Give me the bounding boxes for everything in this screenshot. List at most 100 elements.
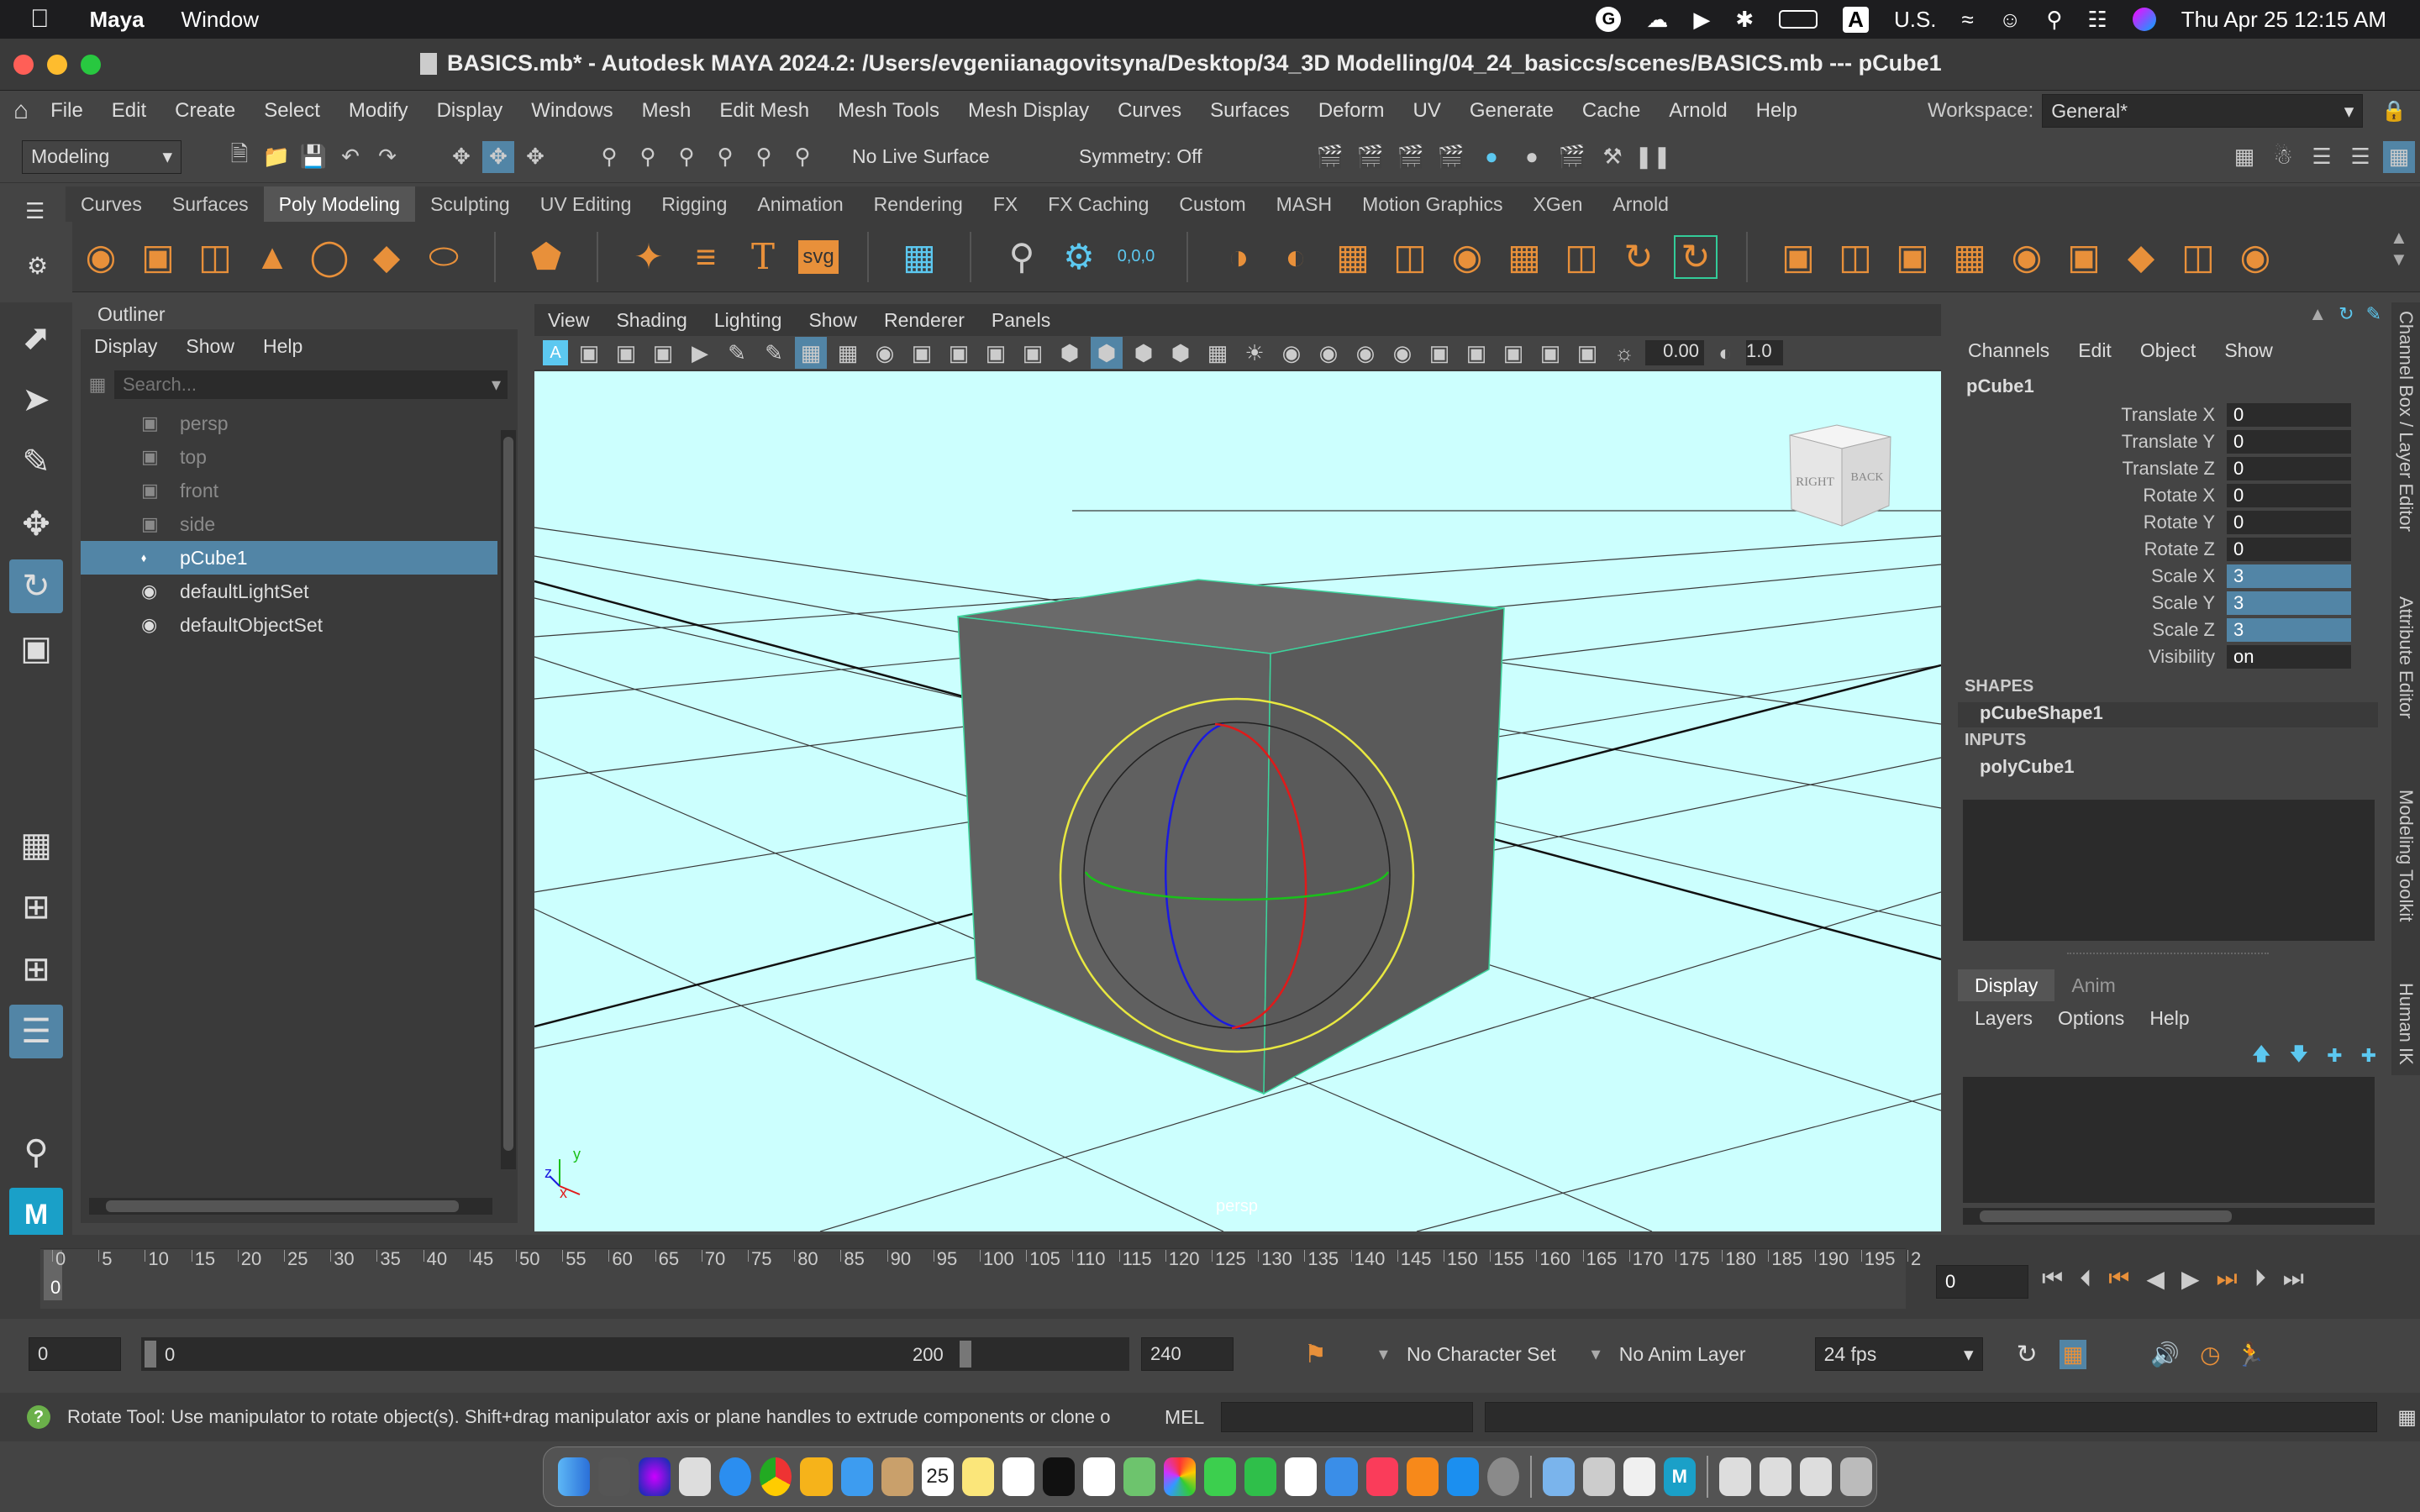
shelf-tab-mash[interactable]: MASH [1261, 186, 1347, 222]
channel-row-translate-z[interactable]: Translate Z0 [1949, 455, 2386, 482]
xray-icon[interactable]: ▣ [1497, 337, 1529, 369]
channel-label[interactable]: Visibility [1949, 646, 2227, 668]
sweep-mesh-icon[interactable]: ≡ [684, 235, 728, 279]
select-component-icon[interactable]: ✥ [519, 141, 551, 173]
shelf-menu-icon[interactable]: ☰ [25, 198, 45, 224]
move-tool-icon[interactable]: ✥ [9, 497, 63, 551]
minimize-button[interactable] [47, 55, 67, 75]
lasso-tool-icon[interactable]: ➤ [9, 373, 63, 427]
pencil-app-icon[interactable] [800, 1457, 833, 1496]
step-forward-key-icon[interactable]: ⏭ [2217, 1265, 2238, 1293]
redo-icon[interactable]: ↷ [371, 141, 403, 173]
poke-face-icon[interactable]: ▦ [1948, 235, 1991, 279]
help-icon[interactable]: ? [27, 1405, 50, 1429]
outliner-item-side[interactable]: ▣ side [81, 507, 497, 541]
poly-cylinder-icon[interactable]: ◫ [193, 235, 237, 279]
layer-tab-anim[interactable]: Anim [2054, 969, 2132, 1001]
safe-action-icon[interactable]: ▣ [980, 337, 1012, 369]
wedge-face-icon[interactable]: ◉ [2005, 235, 2049, 279]
photos-icon[interactable] [1164, 1457, 1197, 1496]
ambient-occlusion-icon[interactable]: ◉ [1313, 337, 1344, 369]
resolution-gate-icon[interactable]: ◉ [869, 337, 901, 369]
mel-label[interactable]: MEL [1165, 1406, 1204, 1429]
shelf-tab-uv-editing[interactable]: UV Editing [525, 186, 647, 222]
menu-surfaces[interactable]: Surfaces [1210, 99, 1290, 123]
mail-icon[interactable] [840, 1457, 873, 1496]
viewport-menu-show[interactable]: Show [808, 309, 857, 332]
key-ticks-icon[interactable]: ▦ [2059, 1339, 2087, 1369]
home-icon[interactable]: ⌂ [13, 97, 29, 125]
channel-row-scale-x[interactable]: Scale X3 [1949, 563, 2386, 590]
snap-view-icon[interactable]: ⚲ [709, 141, 741, 173]
channel-value[interactable]: 0 [2227, 403, 2351, 427]
depth-of-field-icon[interactable]: ▣ [1423, 337, 1455, 369]
animation-start-field[interactable] [29, 1337, 121, 1371]
extract-icon[interactable]: ▦ [1331, 235, 1375, 279]
channel-label[interactable]: Translate X [1949, 404, 2227, 426]
snap-curve-icon[interactable]: ⚲ [632, 141, 664, 173]
use-all-lights-icon[interactable]: ☀ [1239, 337, 1270, 369]
lock-icon[interactable]: 🔒 [2381, 99, 2407, 123]
documents-folder-icon[interactable] [1799, 1457, 1832, 1496]
viewport-scene[interactable]: y z x persp RIGHT BACK [534, 371, 1941, 1231]
outliner-item-defaultobjectset[interactable]: ◉ defaultObjectSet [81, 608, 497, 642]
reminders-icon[interactable] [1083, 1457, 1116, 1496]
menu-mesh[interactable]: Mesh [642, 99, 692, 123]
outliner-vscrollbar[interactable] [501, 430, 516, 1169]
move-layer-up-icon[interactable]: 🡅 [2252, 1040, 2271, 1072]
recent-folder-icon[interactable] [1759, 1457, 1791, 1496]
snap-pivot-icon[interactable]: ⚲ [786, 141, 818, 173]
anti-aliasing-icon[interactable]: ◉ [1386, 337, 1418, 369]
menu-mesh-display[interactable]: Mesh Display [968, 99, 1089, 123]
shelf-tab-rendering[interactable]: Rendering [859, 186, 978, 222]
new-layer-selected-icon[interactable]: ✚ [2361, 1045, 2376, 1067]
menu-edit[interactable]: Edit [112, 99, 146, 123]
layer-menu-help[interactable]: Help [2149, 1007, 2189, 1030]
finder-icon[interactable] [558, 1457, 591, 1496]
gamma-icon[interactable]: ◐ [1709, 337, 1741, 369]
downloads-folder-icon[interactable] [1718, 1457, 1751, 1496]
layer-menu-options[interactable]: Options [2058, 1007, 2124, 1030]
channel-menu-object[interactable]: Object [2140, 339, 2196, 362]
human-ik-icon[interactable]: ☃ [2267, 141, 2299, 173]
launchpad-icon[interactable] [679, 1457, 712, 1496]
svg-tool-icon[interactable]: svg [798, 239, 839, 274]
channel-value[interactable]: on [2227, 645, 2351, 669]
animation-preferences-icon[interactable]: 🏃 [2236, 1341, 2265, 1368]
modeling-toolkit-icon[interactable]: ▦ [2228, 141, 2260, 173]
wifi-icon[interactable]: ≈ [1962, 7, 1974, 33]
platonic-solid-icon[interactable]: ⬟ [524, 235, 568, 279]
channel-value[interactable]: 0 [2227, 430, 2351, 454]
play-icon[interactable]: ▶ [1693, 7, 1710, 33]
channel-label[interactable]: Translate Z [1949, 458, 2227, 480]
time-editor-icon[interactable]: ◷ [2200, 1341, 2220, 1368]
panel-divider[interactable] [2067, 953, 2269, 954]
separate-icon[interactable]: ◐ [1274, 235, 1318, 279]
trash-icon[interactable] [1839, 1457, 1872, 1496]
channel-row-rotate-y[interactable]: Rotate Y0 [1949, 509, 2386, 536]
viewport-menu-renderer[interactable]: Renderer [884, 309, 965, 332]
channel-label[interactable]: Scale Y [1949, 592, 2227, 614]
preview-icon[interactable] [1542, 1457, 1575, 1496]
menu-mesh-tools[interactable]: Mesh Tools [838, 99, 939, 123]
gate-mask-icon[interactable]: ▣ [906, 337, 938, 369]
layer-tab-display[interactable]: Display [1958, 969, 2055, 1001]
channel-row-rotate-x[interactable]: Rotate X0 [1949, 482, 2386, 509]
undo-icon[interactable]: ↶ [334, 141, 366, 173]
spotlight-icon[interactable]: ⚲ [2046, 7, 2062, 33]
extrude-icon[interactable]: ↻ [1674, 234, 1718, 279]
channel-menu-channels[interactable]: Channels [1968, 339, 2049, 362]
input-node[interactable]: polyCube1 [1949, 756, 2386, 781]
chevron-down-icon[interactable]: ▾ [492, 374, 508, 396]
mode-dropdown[interactable]: Modeling ▾ [22, 139, 182, 174]
render-view-icon[interactable]: 🎬 [1314, 141, 1346, 173]
viewport-menu-panels[interactable]: Panels [992, 309, 1050, 332]
persp-outliner-icon[interactable]: ⊞ [9, 942, 63, 996]
poly-disc-icon[interactable]: ⬭ [422, 235, 466, 279]
layer-hscrollbar[interactable] [1963, 1208, 2375, 1225]
menu-arnold[interactable]: Arnold [1669, 99, 1727, 123]
attribute-editor-icon[interactable]: ☰ [2306, 141, 2338, 173]
side-tab-human-ik[interactable]: Human IK [2395, 983, 2417, 1065]
books-icon[interactable] [1406, 1457, 1439, 1496]
channel-value[interactable]: 3 [2227, 591, 2351, 615]
